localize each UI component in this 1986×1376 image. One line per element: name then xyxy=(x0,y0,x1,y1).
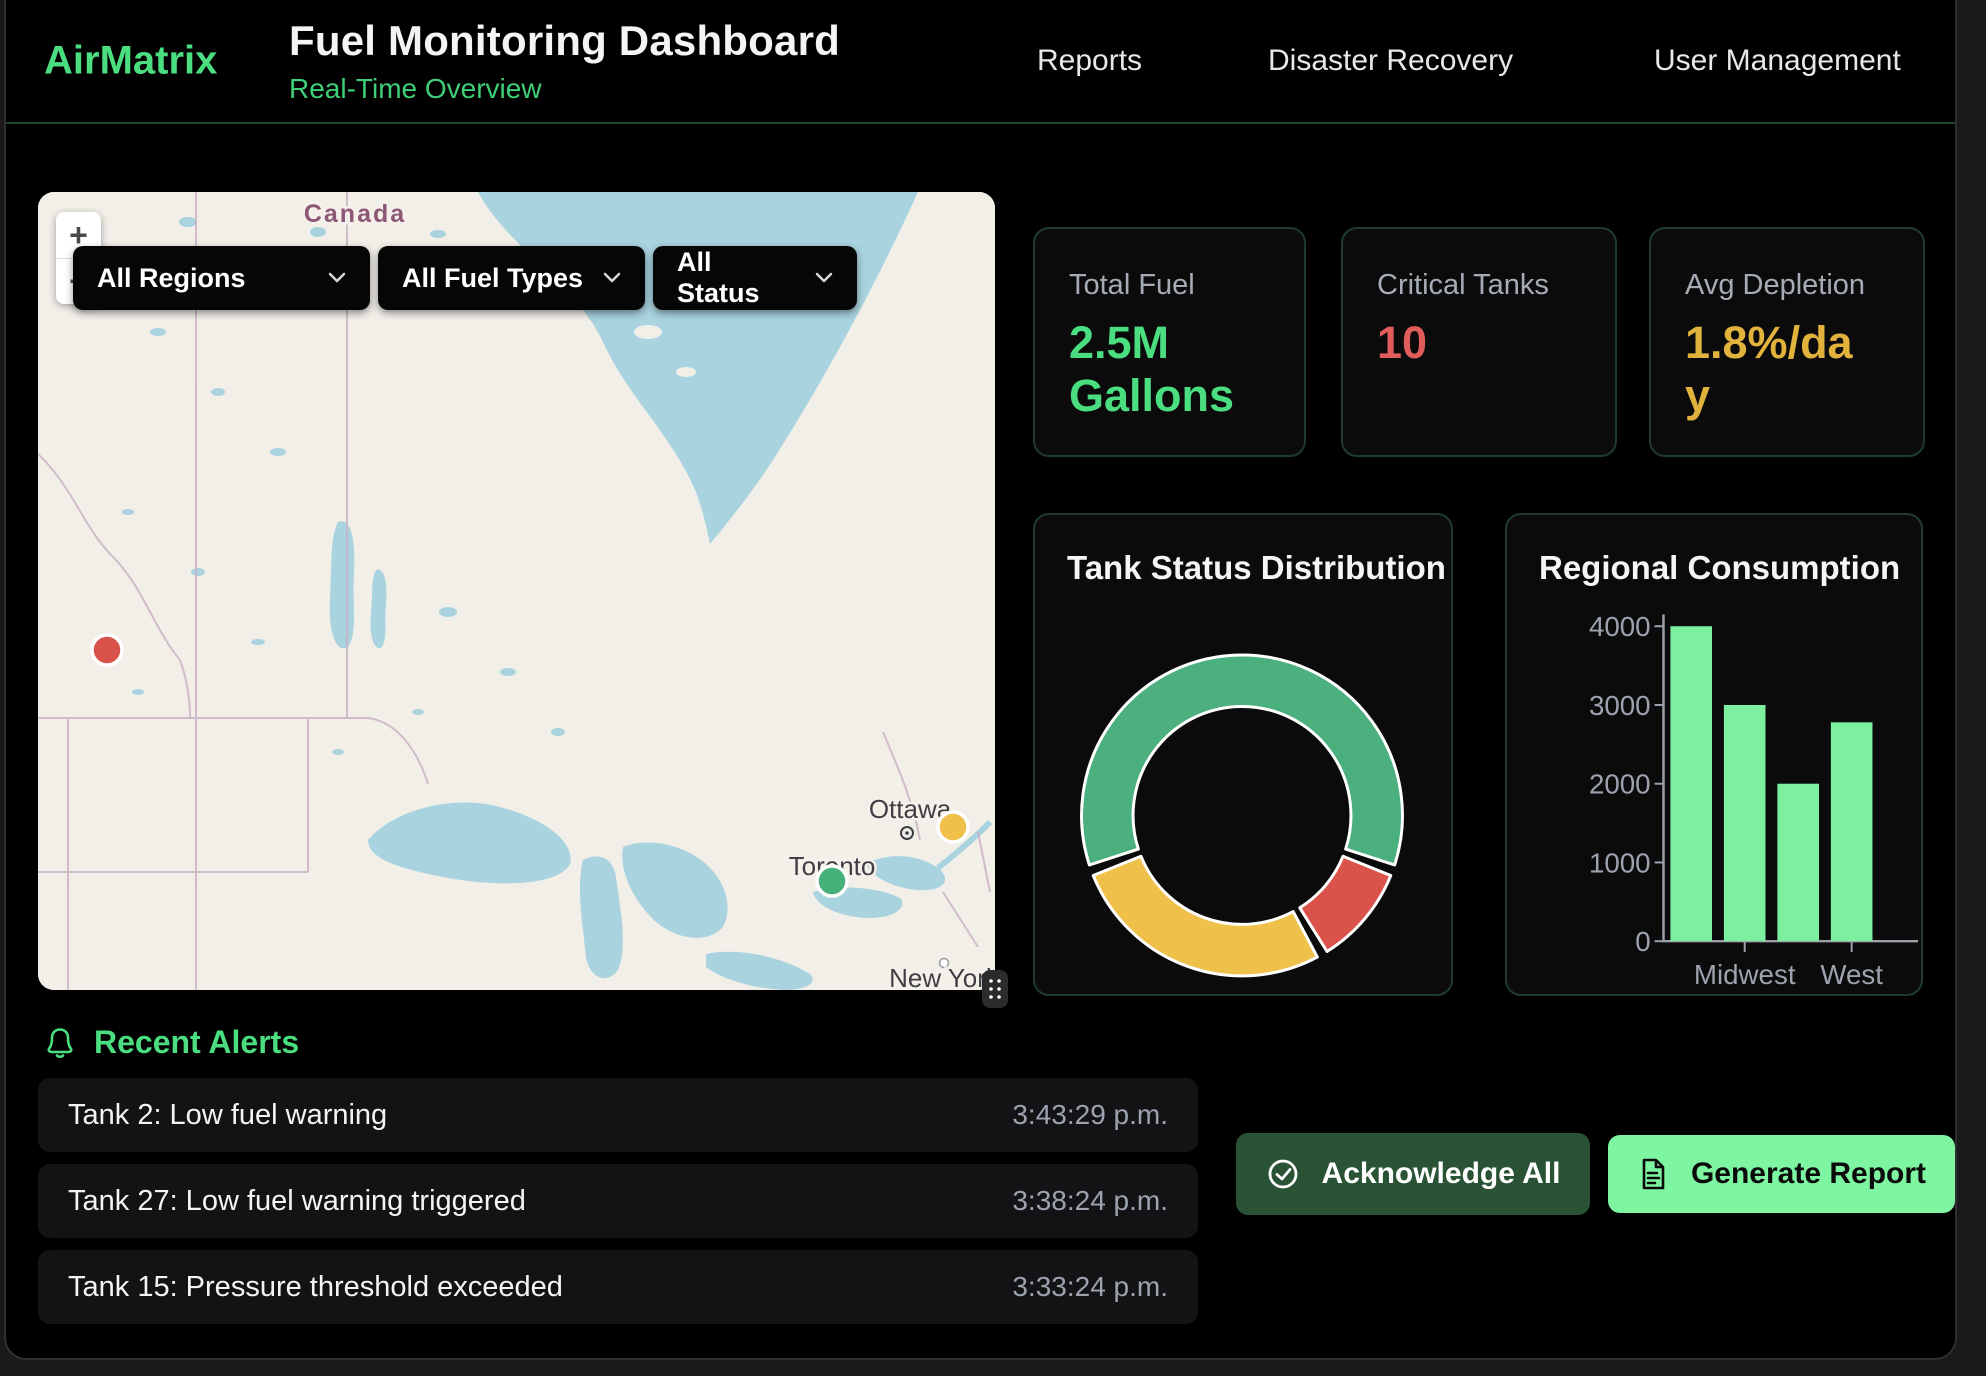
tank-status-donut-chart xyxy=(1035,515,1451,994)
fuel-map[interactable]: Canada Ottawa Toronto New York + − All R… xyxy=(38,192,995,990)
fuel-type-filter-dropdown[interactable]: All Fuel Types xyxy=(378,246,645,310)
status-filter-value: All Status xyxy=(677,247,797,309)
chevron-down-icon xyxy=(603,272,621,284)
dashboard-page: AirMatrix Fuel Monitoring Dashboard Real… xyxy=(0,0,1986,1376)
alert-time: 3:43:29 p.m. xyxy=(1012,1099,1168,1131)
bar-0 xyxy=(1670,626,1712,941)
tank-marker-critical[interactable] xyxy=(92,635,122,665)
nav-item-disaster-recovery[interactable]: Disaster Recovery xyxy=(1268,44,1513,78)
title-block: Fuel Monitoring Dashboard Real-Time Over… xyxy=(289,17,840,105)
donut-segment-normal xyxy=(1082,655,1403,865)
alert-time: 3:38:24 p.m. xyxy=(1012,1185,1168,1217)
map-label-canada: Canada xyxy=(304,200,406,228)
acknowledge-all-button[interactable]: Acknowledge All xyxy=(1236,1133,1590,1215)
header: AirMatrix Fuel Monitoring Dashboard Real… xyxy=(6,0,1955,124)
donut-segment-warning xyxy=(1093,856,1317,976)
generate-report-button[interactable]: Generate Report xyxy=(1608,1135,1955,1213)
nav-item-user-management[interactable]: User Management xyxy=(1654,44,1901,78)
y-tick-label: 3000 xyxy=(1589,690,1651,721)
recent-alerts-title: Recent Alerts xyxy=(94,1024,299,1061)
alert-row: Tank 2: Low fuel warning 3:43:29 p.m. xyxy=(38,1078,1198,1152)
stat-label: Critical Tanks xyxy=(1377,269,1581,302)
alert-time: 3:33:24 p.m. xyxy=(1012,1271,1168,1303)
stat-card-total-fuel: Total Fuel 2.5M Gallons xyxy=(1033,227,1306,457)
y-tick-label: 4000 xyxy=(1589,611,1651,642)
region-filter-dropdown[interactable]: All Regions xyxy=(73,246,370,310)
bar-2 xyxy=(1777,784,1819,941)
stat-label: Total Fuel xyxy=(1069,269,1270,302)
tank-status-distribution-card: Tank Status Distribution xyxy=(1033,513,1453,996)
page-title: Fuel Monitoring Dashboard xyxy=(289,17,840,65)
brand-logo: AirMatrix xyxy=(44,39,217,84)
tank-marker-warning[interactable] xyxy=(938,812,968,842)
map-canvas: Canada Ottawa Toronto New York xyxy=(38,192,995,990)
stat-value: 1.8%/day xyxy=(1685,316,1875,422)
y-tick-label: 0 xyxy=(1635,926,1650,957)
alert-text: Tank 15: Pressure threshold exceeded xyxy=(68,1271,563,1304)
stat-card-avg-depletion: Avg Depletion 1.8%/day xyxy=(1649,227,1925,457)
bar-1 xyxy=(1724,705,1766,941)
map-resize-handle[interactable] xyxy=(982,970,1008,1008)
recent-alerts-heading: Recent Alerts xyxy=(44,1024,299,1061)
x-tick-label: West xyxy=(1820,959,1883,990)
y-tick-label: 2000 xyxy=(1589,769,1651,800)
acknowledge-all-label: Acknowledge All xyxy=(1322,1157,1561,1191)
status-filter-dropdown[interactable]: All Status xyxy=(653,246,857,310)
alert-text: Tank 2: Low fuel warning xyxy=(68,1099,387,1132)
x-tick-label: Midwest xyxy=(1694,959,1796,990)
alert-row: Tank 15: Pressure threshold exceeded 3:3… xyxy=(38,1250,1198,1324)
nav-item-reports[interactable]: Reports xyxy=(1037,44,1142,78)
alert-row: Tank 27: Low fuel warning triggered 3:38… xyxy=(38,1164,1198,1238)
stat-value: 10 xyxy=(1377,316,1567,369)
region-filter-value: All Regions xyxy=(97,263,246,294)
alert-text: Tank 27: Low fuel warning triggered xyxy=(68,1185,526,1218)
drag-dots-icon xyxy=(987,977,1003,1001)
tank-marker-normal[interactable] xyxy=(817,866,847,896)
map-label-new-york: New York xyxy=(889,963,995,990)
page-subtitle: Real-Time Overview xyxy=(289,73,840,105)
y-tick-label: 1000 xyxy=(1589,847,1651,878)
chevron-down-icon xyxy=(815,272,833,284)
bar-3 xyxy=(1831,722,1873,941)
check-circle-icon xyxy=(1266,1157,1300,1191)
stat-label: Avg Depletion xyxy=(1685,269,1889,302)
regional-consumption-card: Regional Consumption 01000200030004000Mi… xyxy=(1505,513,1923,996)
generate-report-label: Generate Report xyxy=(1691,1157,1926,1191)
map-filters: All Regions All Fuel Types All Status xyxy=(73,246,857,310)
stat-value: 2.5M Gallons xyxy=(1069,316,1259,422)
bell-icon xyxy=(44,1026,76,1060)
report-document-icon xyxy=(1637,1157,1669,1191)
donut-segment-critical xyxy=(1300,856,1391,951)
chevron-down-icon xyxy=(328,272,346,284)
regional-consumption-bar-chart: 0 1000 2000 3000 4000 Midwest West xyxy=(1507,515,1921,994)
fuel-type-filter-value: All Fuel Types xyxy=(402,263,583,294)
stat-card-critical-tanks: Critical Tanks 10 xyxy=(1341,227,1617,457)
